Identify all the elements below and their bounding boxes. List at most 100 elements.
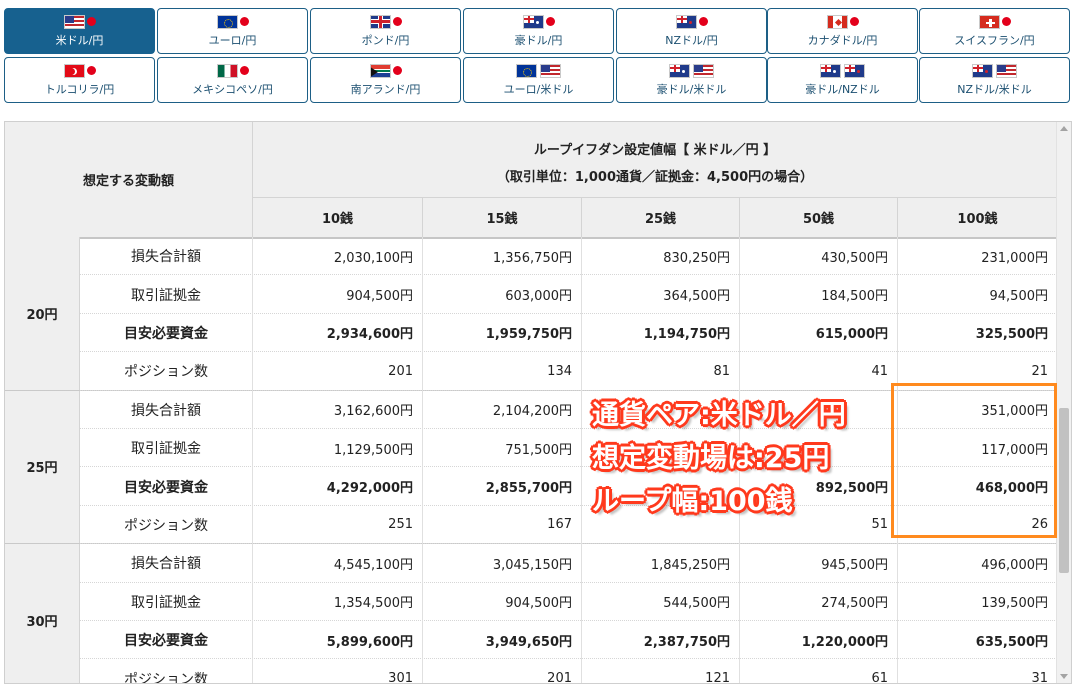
currency-flags	[522, 14, 555, 29]
row-label: 目安必要資金	[80, 313, 253, 353]
currency-flags	[63, 63, 96, 78]
currency-flags	[669, 63, 714, 78]
table-cell: 274,500円	[740, 582, 898, 621]
flag-gb-icon	[369, 14, 391, 29]
flag-jp-icon	[849, 17, 859, 26]
tab-currency-pair[interactable]: スイスフラン/円	[919, 8, 1070, 54]
table-row: 目安必要資金 5,899,600円 3,949,650円 2,387,750円 1,22…	[80, 620, 1057, 660]
tab-currency-pair[interactable]: 豪ドル/米ドル	[616, 57, 767, 103]
table-cell: 1,220,000円	[740, 620, 898, 660]
currency-flags	[369, 63, 402, 78]
currency-flags	[978, 14, 1011, 29]
vertical-scrollbar[interactable]	[1056, 122, 1071, 683]
flag-jp-icon	[86, 66, 96, 75]
table-cell: 61	[740, 659, 898, 683]
row-label: 損失合計額	[80, 237, 253, 276]
table-cell: 184,500円	[740, 275, 898, 314]
table-cell: 134	[423, 352, 582, 391]
table-cell: 1,845,250円	[582, 544, 740, 583]
tab-label: 豪ドル/円	[514, 34, 563, 47]
table-cell: 3,949,650円	[423, 620, 582, 660]
tab-currency-pair[interactable]: ユーロ/円	[157, 8, 308, 54]
tab-label: NZドル/円	[665, 34, 718, 47]
highlight-frame	[891, 383, 1057, 538]
table-title: ループイフダン設定値幅【 米ドル／円 】 （取引単位：1,000通貨／証拠金：4…	[253, 122, 1057, 198]
tab-currency-pair[interactable]: NZドル/米ドル	[919, 57, 1070, 103]
column-header-25sen: 25銭	[582, 198, 740, 237]
table-cell: 364,500円	[582, 275, 740, 314]
table-cell: 603,000円	[423, 275, 582, 314]
scroll-thumb[interactable]	[1059, 408, 1069, 573]
table-cell: 430,500円	[740, 237, 898, 276]
currency-tab-row: 米ドル/円 ユーロ/円 ポンド/円 豪ドル/円 NZドル/円 カナダドル/円 スイスフラン/…	[4, 8, 1070, 54]
tab-currency-pair[interactable]: カナダドル/円	[767, 8, 918, 54]
table-row: 取引証拠金 1,354,500円 904,500円 544,500円 274,500円 1…	[80, 582, 1057, 621]
tab-currency-pair[interactable]: 豪ドル/NZドル	[767, 57, 918, 103]
flag-au-icon	[820, 63, 841, 78]
column-header-10sen: 10銭	[253, 198, 423, 237]
flag-za-icon	[369, 63, 391, 78]
tab-currency-pair[interactable]: NZドル/円	[616, 8, 767, 54]
table-cell: 3,045,150円	[423, 544, 582, 583]
table-cell: 31	[1031, 671, 1048, 684]
tab-currency-pair[interactable]: 南アランド/円	[310, 57, 461, 103]
tab-currency-pair[interactable]: ポンド/円	[310, 8, 461, 54]
tab-label: ユーロ/米ドル	[503, 83, 574, 96]
flag-jp-icon	[392, 66, 402, 75]
table-cell: 4,545,100円	[253, 544, 423, 583]
flag-jp-icon	[86, 17, 96, 26]
flag-us-icon	[63, 14, 85, 29]
currency-flags	[216, 14, 249, 29]
tab-label: 豪ドル/米ドル	[656, 83, 727, 96]
scroll-up-arrow-icon[interactable]	[1060, 126, 1068, 131]
flag-jp-icon	[698, 17, 708, 26]
currency-tab-row: トルコリラ/円 メキシコペソ/円 南アランド/円 ユーロ/米ドル 豪ドル/米ドル 豪ドル/…	[4, 57, 1070, 103]
currency-flags	[516, 63, 561, 78]
table-row: 取引証拠金 904,500円 603,000円 364,500円 184,500円 94,…	[80, 275, 1057, 314]
tab-label: 豪ドル/NZドル	[805, 83, 880, 96]
row-group: 20円 損失合計額 2,030,100円 1,356,750円 830,250円 430,…	[5, 237, 1057, 391]
flag-jp-icon	[239, 17, 249, 26]
table-cell: 2,104,200円	[423, 390, 582, 429]
annotation-currency-pair: 通貨ペア:米ドル／円	[592, 400, 846, 431]
row-label: ポジション数	[80, 505, 253, 545]
flag-mx-icon	[216, 63, 238, 78]
flag-us-icon	[540, 63, 561, 78]
annotation-expected-range: 想定変動場は:25円	[592, 443, 830, 474]
flag-jp-icon	[392, 17, 402, 26]
row-label: 取引証拠金	[80, 582, 253, 621]
table-cell: 496,000円	[981, 557, 1048, 573]
table-cell: 2,934,600円	[253, 313, 423, 353]
flag-jp-icon	[239, 66, 249, 75]
currency-flags	[972, 63, 1017, 78]
tab-currency-pair[interactable]: 米ドル/円	[4, 8, 155, 54]
flag-tr-icon	[63, 63, 85, 78]
tab-label: NZドル/米ドル	[957, 83, 1032, 96]
table-cell: 1,354,500円	[253, 582, 423, 621]
flag-jp-icon	[545, 17, 555, 26]
table-cell: 251	[253, 505, 423, 545]
flag-au-icon	[669, 63, 690, 78]
table-row: 損失合計額 4,545,100円 3,045,150円 1,845,250円 945,5…	[80, 544, 1057, 583]
table-cell: 1,129,500円	[253, 428, 423, 468]
flag-ca-icon	[826, 14, 848, 29]
tab-currency-pair[interactable]: トルコリラ/円	[4, 57, 155, 103]
scroll-down-arrow-icon[interactable]	[1060, 674, 1068, 679]
tab-currency-pair[interactable]: ユーロ/米ドル	[463, 57, 614, 103]
table-cell: 41	[740, 352, 898, 391]
tab-label: 南アランド/円	[350, 83, 421, 96]
table-cell: 5,899,600円	[253, 620, 423, 660]
row-group: 30円 損失合計額 4,545,100円 3,045,150円 1,845,250円 94…	[5, 544, 1057, 684]
table-cell: 3,162,600円	[253, 390, 423, 429]
tab-currency-pair[interactable]: 豪ドル/円	[463, 8, 614, 54]
table-cell: 544,500円	[582, 582, 740, 621]
flag-nz-icon	[972, 63, 993, 78]
flag-nz-icon	[675, 14, 697, 29]
table-cell: 635,500円	[975, 634, 1048, 650]
table-cell: 231,000円	[981, 250, 1048, 266]
tab-currency-pair[interactable]: メキシコペソ/円	[157, 57, 308, 103]
flag-jp-icon	[1001, 17, 1011, 26]
currency-flags	[675, 14, 708, 29]
table-row: 損失合計額 2,030,100円 1,356,750円 830,250円 430,500…	[80, 237, 1057, 276]
currency-flags	[369, 14, 402, 29]
